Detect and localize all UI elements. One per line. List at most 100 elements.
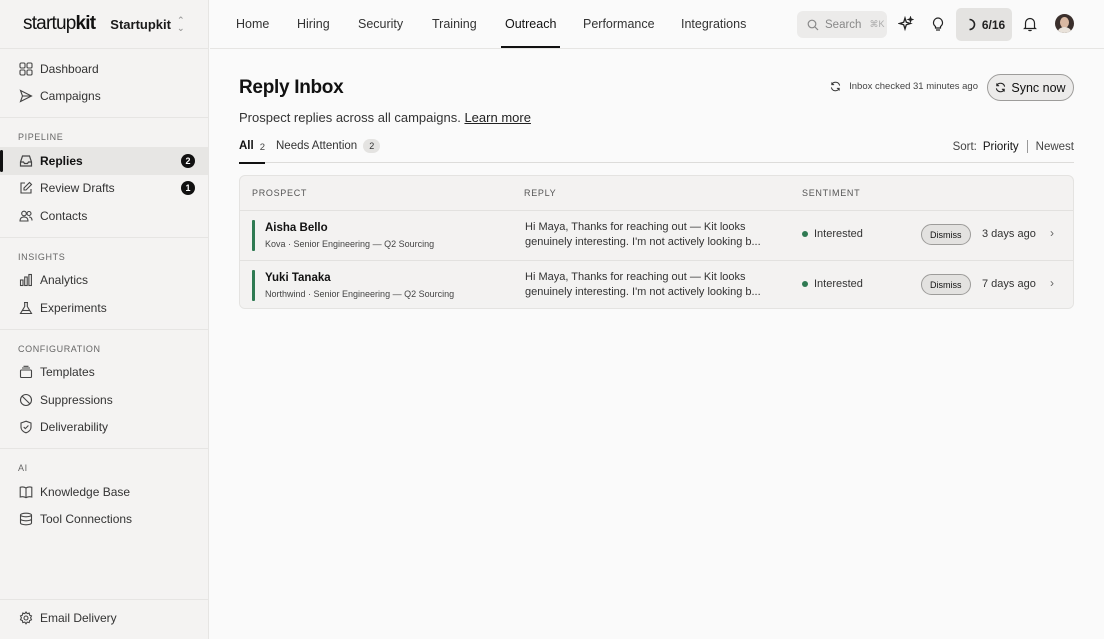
search-input[interactable]: Search ⌘K xyxy=(797,11,887,38)
chevron-right-icon[interactable]: › xyxy=(1050,226,1054,240)
nav-insights: INSIGHTS Analytics Experiments xyxy=(0,238,208,330)
column-header-prospect: PROSPECT xyxy=(252,188,308,198)
sidebar-item-label: Tool Connections xyxy=(40,512,133,527)
reply-line: Hi Maya, Thanks for reaching out — Kit l… xyxy=(525,221,746,233)
bell-icon[interactable] xyxy=(1019,13,1041,35)
reply-preview: Hi Maya, Thanks for reaching out — Kit l… xyxy=(525,270,781,300)
tab-outreach[interactable]: Outreach xyxy=(500,0,561,48)
inbox-icon xyxy=(19,154,33,168)
tab-performance[interactable]: Performance xyxy=(583,0,655,48)
column-header-reply: REPLY xyxy=(524,188,557,198)
tab-label: Integrations xyxy=(681,17,747,31)
sparkle-icon[interactable] xyxy=(895,13,917,35)
table-row[interactable]: Yuki Tanaka Northwind · Senior Engineeri… xyxy=(240,260,1073,308)
flask-icon xyxy=(19,301,33,315)
tab-home[interactable]: Home xyxy=(236,0,269,48)
reply-line: Hi Maya, Thanks for reaching out — Kit l… xyxy=(525,271,746,283)
chevron-right-icon[interactable]: › xyxy=(1050,276,1054,290)
avatar[interactable] xyxy=(1055,14,1074,33)
logo-light: startup xyxy=(23,13,76,34)
dismiss-button[interactable]: Dismiss xyxy=(921,274,971,295)
sidebar-item-label: Dashboard xyxy=(40,61,99,76)
sidebar-item-label: Campaigns xyxy=(40,89,101,104)
sidebar-item-replies[interactable]: Replies 2 xyxy=(0,147,208,175)
filter-label: All xyxy=(239,140,254,152)
sidebar-item-suppressions[interactable]: Suppressions xyxy=(0,386,208,414)
filter-tab-all[interactable]: All 2 xyxy=(239,140,265,164)
sidebar-item-experiments[interactable]: Experiments xyxy=(0,294,208,322)
sort-option-priority[interactable]: Priority xyxy=(983,141,1019,153)
send-icon xyxy=(19,89,33,103)
sidebar-item-deliverability[interactable]: Deliverability xyxy=(0,414,208,442)
logo-bold: kit xyxy=(75,13,97,34)
prospect-meta: Northwind · Senior Engineering — Q2 Sour… xyxy=(265,289,455,299)
workspace-switcher[interactable]: Startupkit ⌃ ⌄ xyxy=(110,15,185,33)
sidebar-bottom: Email Delivery xyxy=(0,598,208,639)
logo[interactable]: startupkit xyxy=(23,13,97,35)
dismiss-button[interactable]: Dismiss xyxy=(921,224,971,245)
chevron-up-down-icon: ⌃ ⌄ xyxy=(176,15,185,33)
grid-icon xyxy=(19,62,33,76)
tab-integrations[interactable]: Integrations xyxy=(681,0,746,48)
sidebar-item-label: Templates xyxy=(40,365,95,380)
sidebar-item-contacts[interactable]: Contacts xyxy=(0,202,208,230)
sidebar-item-label: Replies xyxy=(40,153,83,168)
nav-configuration: CONFIGURATION Templates Suppressions Del… xyxy=(0,330,208,449)
tab-hiring[interactable]: Hiring xyxy=(297,0,330,48)
sort-option-newest[interactable]: Newest xyxy=(1036,141,1074,153)
users-icon xyxy=(19,209,33,223)
inbox-checked-text: Inbox checked 31 minutes ago xyxy=(849,81,978,92)
table-row[interactable]: Aisha Bello Kova · Senior Engineering — … xyxy=(240,210,1073,259)
sentiment: Interested xyxy=(802,278,863,290)
sidebar-item-tool-connections[interactable]: Tool Connections xyxy=(0,506,208,534)
spinner-icon xyxy=(969,18,976,31)
sidebar-item-templates[interactable]: Templates xyxy=(0,359,208,387)
sentiment: Interested xyxy=(802,228,863,240)
gear-icon xyxy=(19,611,33,626)
sidebar-item-email-delivery[interactable]: Email Delivery xyxy=(0,605,208,633)
sidebar-item-label: Experiments xyxy=(40,300,107,315)
tab-label: Performance xyxy=(583,17,655,31)
sidebar: startupkit Startupkit ⌃ ⌄ Dashboard Campa… xyxy=(0,0,209,639)
page-title: Reply Inbox xyxy=(239,77,344,98)
tab-training[interactable]: Training xyxy=(432,0,477,48)
sidebar-item-knowledge-base[interactable]: Knowledge Base xyxy=(0,478,208,506)
filter-count-badge: 2 xyxy=(363,139,381,153)
replies-table: PROSPECT REPLY SENTIMENT Aisha Bello Kov… xyxy=(239,175,1074,309)
section-label-insights: INSIGHTS xyxy=(18,251,66,262)
sync-now-button[interactable]: Sync now xyxy=(987,74,1074,101)
tab-label: Home xyxy=(236,17,270,31)
sentiment-label: Interested xyxy=(814,228,863,240)
top-navigation: Home Hiring Security Training Outreach P… xyxy=(210,0,1104,49)
filter-label: Needs Attention xyxy=(276,140,358,152)
search-shortcut: ⌘K xyxy=(869,19,885,29)
table-header: PROSPECT REPLY SENTIMENT xyxy=(240,176,1073,210)
reply-line: genuinely interesting. I'm not actively … xyxy=(525,236,761,248)
tab-security[interactable]: Security xyxy=(358,0,403,48)
sidebar-item-review-drafts[interactable]: Review Drafts 1 xyxy=(0,175,208,203)
sidebar-item-dashboard[interactable]: Dashboard xyxy=(0,55,208,83)
sidebar-item-campaigns[interactable]: Campaigns xyxy=(0,83,208,111)
stack-icon xyxy=(19,365,33,379)
sidebar-item-label: Analytics xyxy=(40,273,89,288)
tab-label: Outreach xyxy=(505,17,557,31)
tab-label: Training xyxy=(432,17,477,31)
brand-header: startupkit Startupkit ⌃ ⌄ xyxy=(0,0,208,49)
sidebar-item-analytics[interactable]: Analytics xyxy=(0,267,208,295)
progress-count: 6/16 xyxy=(981,17,1006,32)
reply-age: 3 days ago xyxy=(982,228,1036,240)
sidebar-item-label: Knowledge Base xyxy=(40,484,131,499)
prospect-name: Yuki Tanaka xyxy=(265,272,331,284)
sentiment-dot xyxy=(802,231,808,237)
filter-tab-needs-attention[interactable]: Needs Attention 2 xyxy=(276,139,381,163)
refresh-icon xyxy=(831,81,841,92)
search-placeholder: Search xyxy=(825,18,862,31)
priority-bar xyxy=(252,220,255,251)
edit-icon xyxy=(19,181,33,195)
progress-indicator[interactable]: 6/16 xyxy=(956,8,1012,41)
sync-label: Sync now xyxy=(1011,80,1066,95)
lightbulb-icon[interactable] xyxy=(927,13,949,35)
learn-more-link[interactable]: Learn more xyxy=(464,110,530,125)
avatar-body xyxy=(1058,27,1071,33)
sidebar-item-label: Deliverability xyxy=(40,420,109,435)
